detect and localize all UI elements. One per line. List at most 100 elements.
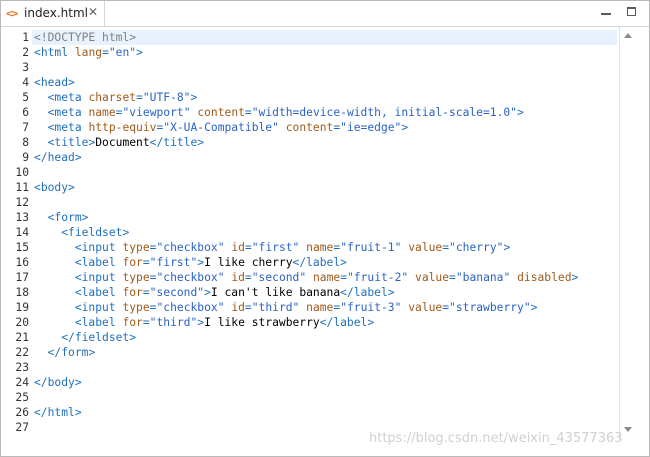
code-line[interactable]: <meta name="viewport" content="width=dev… [34, 105, 524, 120]
code-line[interactable]: <html lang="en"> [34, 45, 143, 60]
code-area[interactable]: <!DOCTYPE html> <html lang="en"> <head> <m… [34, 27, 617, 456]
tab-index-html[interactable]: <> index.html ✕ [1, 1, 105, 26]
code-token: < [34, 181, 41, 194]
line-number: 5 [22, 91, 29, 104]
close-icon[interactable]: ✕ [88, 5, 98, 19]
code-token: lang [74, 46, 103, 59]
code-token: "checkbox" [156, 271, 225, 284]
code-line[interactable]: <meta charset="UTF-8"> [34, 90, 198, 105]
line-number: 9 [22, 151, 29, 164]
code-token: <!DOCTYPE html> [34, 31, 137, 44]
line-number: 14 [15, 226, 29, 239]
code-token: > [530, 301, 538, 314]
code-token: < [61, 226, 69, 239]
code-token: </ [340, 286, 354, 299]
code-token: form [54, 211, 82, 224]
code-token: "viewport" [122, 106, 191, 119]
code-token: "first" [251, 241, 300, 254]
code-token: I can't like banana [210, 286, 341, 299]
code-token: content [285, 121, 334, 134]
code-token: for [122, 316, 143, 329]
code-token: charset [88, 91, 137, 104]
code-line[interactable]: <meta http-equiv="X-UA-Compatible" conte… [34, 120, 409, 135]
code-token: > [74, 151, 82, 164]
line-number: 4 [22, 76, 29, 89]
code-token: < [74, 301, 82, 314]
line-number: 25 [15, 391, 29, 404]
line-number: 7 [22, 121, 29, 134]
code-token: head [40, 76, 69, 89]
code-token: > [74, 406, 82, 419]
code-line[interactable]: </body> [34, 375, 82, 390]
scroll-down-arrow-icon[interactable] [624, 427, 632, 432]
minimize-icon[interactable] [601, 7, 611, 17]
code-token: "first" [149, 256, 198, 269]
maximize-icon[interactable] [627, 7, 636, 16]
code-line[interactable]: <input type="checkbox" id="first" name="… [34, 240, 510, 255]
line-number: 16 [15, 256, 29, 269]
line-number: 11 [15, 181, 29, 194]
code-token: = [142, 286, 150, 299]
line-number: 8 [22, 136, 29, 149]
code-line[interactable]: </form> [34, 345, 96, 360]
code-line[interactable]: </fieldset> [34, 330, 136, 345]
code-token: = [340, 271, 347, 284]
line-number: 21 [15, 331, 29, 344]
code-token: < [34, 46, 41, 59]
code-line[interactable]: <!DOCTYPE html> [34, 30, 136, 45]
code-token: > [517, 106, 524, 119]
code-token: id [231, 271, 245, 284]
code-token: "checkbox" [156, 301, 225, 314]
code-line[interactable]: <head> [34, 75, 75, 90]
tab-bar: <> index.html ✕ [1, 1, 649, 27]
line-number: 19 [15, 301, 29, 314]
vertical-scrollbar[interactable] [619, 27, 636, 440]
code-editor[interactable]: 1 2 3 4 5 6 7 8 9 10 11 12 13 14 15 16 17 18 19 20 21 22 23 24 2… [1, 27, 649, 456]
code-token: "X-UA-Compatible" [163, 121, 279, 134]
code-token: > [503, 241, 511, 254]
line-number: 23 [15, 361, 29, 374]
code-token: > [401, 121, 409, 134]
code-token: for [122, 256, 143, 269]
code-line[interactable]: <fieldset> [34, 225, 129, 240]
code-token: I like cherry [204, 256, 293, 269]
code-token: "cherry" [449, 241, 504, 254]
scroll-up-arrow-icon[interactable] [624, 33, 632, 38]
code-line[interactable]: <input type="checkbox" id="third" name="… [34, 300, 538, 315]
code-line[interactable]: <label for="second">I can't like banana<… [34, 285, 395, 300]
code-token: < [74, 286, 82, 299]
code-token: head [47, 151, 75, 164]
code-token: name [306, 241, 334, 254]
code-line[interactable]: <title>Document</title> [34, 135, 205, 150]
code-token: Document [95, 136, 150, 149]
code-line[interactable]: <input type="checkbox" id="second" name=… [34, 270, 579, 285]
code-token: meta [54, 91, 82, 104]
code-token: < [34, 76, 41, 89]
code-token: > [68, 76, 75, 89]
code-line[interactable]: </html> [34, 405, 82, 420]
code-token: "en" [108, 46, 137, 59]
line-number: 17 [15, 271, 29, 284]
code-token: = [102, 46, 109, 59]
code-token: input [81, 271, 116, 284]
code-token: "fruit-3" [340, 301, 402, 314]
code-line[interactable]: <label for="first">I like cherry</label> [34, 255, 347, 270]
code-line[interactable]: <label for="third">I like strawberry</la… [34, 315, 374, 330]
line-number: 3 [22, 61, 29, 74]
code-token: meta [54, 106, 82, 119]
code-token: "third" [251, 301, 300, 314]
line-number: 15 [15, 241, 29, 254]
code-token: </ [292, 256, 307, 269]
code-line[interactable]: <body> [34, 180, 75, 195]
code-token: </ [47, 346, 62, 359]
code-line[interactable]: <form> [34, 210, 89, 225]
code-token: "UTF-8" [142, 91, 191, 104]
code-token: > [387, 286, 395, 299]
code-line[interactable]: </head> [34, 150, 82, 165]
